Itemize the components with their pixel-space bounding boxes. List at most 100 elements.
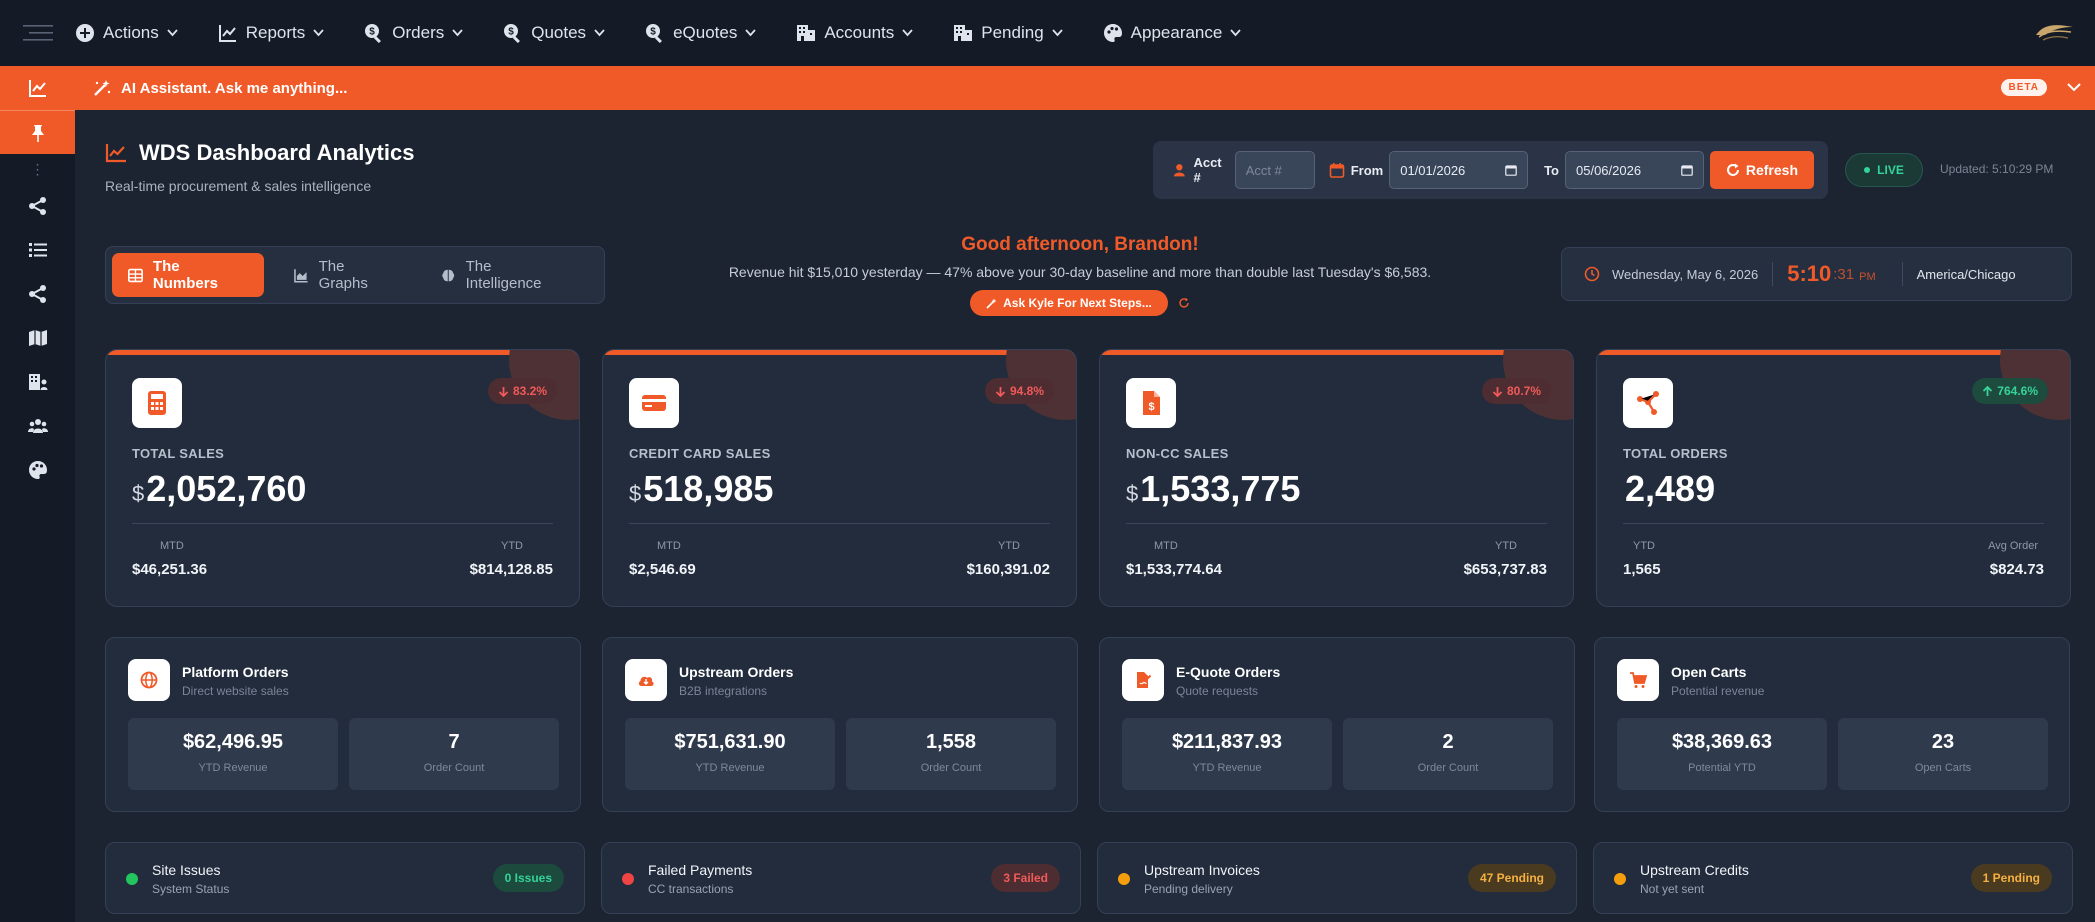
order-icon-box <box>625 659 667 701</box>
magic-wand-icon <box>986 298 997 309</box>
kpi-sub-value: 1,565 <box>1623 561 1661 578</box>
status-card-site-issues[interactable]: Site Issues System Status 0 Issues <box>105 842 585 914</box>
nav-reports[interactable]: Reports <box>218 23 325 43</box>
sidebar-item-list[interactable] <box>0 228 75 272</box>
nav-accounts[interactable]: Accounts <box>796 23 913 43</box>
building-icon <box>797 25 816 41</box>
sidebar-item-share-2[interactable] <box>0 272 75 316</box>
status-dot <box>126 873 138 885</box>
kpi-sub-label: MTD <box>657 540 681 552</box>
kpi-sub-label: MTD <box>1154 540 1178 552</box>
order-card-platform[interactable]: Platform Orders Direct website sales $62… <box>105 637 581 812</box>
nav-reports-label: Reports <box>245 23 306 42</box>
kpi-card-total-orders[interactable]: 764.6% TOTAL ORDERS 2,489 YTD 1,565 Avg … <box>1596 349 2071 607</box>
kpi-value: $1,533,775 <box>1126 468 1301 509</box>
tab-the-intelligence[interactable]: The Intelligence <box>425 253 584 297</box>
chevron-down-icon <box>167 29 178 37</box>
order-card-open-carts[interactable]: Open Carts Potential revenue $38,369.63 … <box>1594 637 2070 812</box>
order-stat-count: 2 Order Count <box>1343 718 1553 790</box>
chevron-down-icon <box>1230 29 1242 37</box>
palette-icon <box>28 461 47 479</box>
from-date-input[interactable]: 01/01/2026 <box>1389 151 1529 189</box>
sidebar-pin-toggle[interactable] <box>0 110 75 154</box>
kpi-card-total-sales[interactable]: 83.2% TOTAL SALES $2,052,760 MTD $46,251… <box>105 349 580 607</box>
kpi-card-non-cc-sales[interactable]: $ 80.7% NON-CC SALES $1,533,775 MTD $1,5… <box>1099 349 1574 607</box>
greeting-title: Good afternoon, Brandon! <box>961 234 1199 255</box>
order-icon-box <box>128 659 170 701</box>
building-user-icon <box>28 374 47 390</box>
chevron-down-icon <box>745 29 756 37</box>
order-card-subtitle: B2B integrations <box>679 684 768 698</box>
calendar-icon[interactable] <box>1681 164 1693 176</box>
order-card-equote[interactable]: E-Quote Orders Quote requests $211,837.9… <box>1099 637 1575 812</box>
kpi-sub-value: $160,391.02 <box>966 561 1050 578</box>
file-signature-icon <box>1137 672 1152 688</box>
nav-equotes[interactable]: $ eQuotes <box>645 23 756 43</box>
to-date-input[interactable]: 05/06/2026 <box>1565 151 1704 189</box>
page-header: WDS Dashboard Analytics Real-time procur… <box>105 140 414 194</box>
status-card-upstream-invoices[interactable]: Upstream Invoices Pending delivery 47 Pe… <box>1097 842 1577 914</box>
ai-assistant-bar[interactable]: AI Assistant. Ask me anything... BETA <box>75 66 2095 110</box>
network-icon <box>1637 391 1659 415</box>
sync-icon[interactable] <box>1178 297 1190 309</box>
order-card-title: Platform Orders <box>182 664 289 680</box>
trend-badge: 80.7% <box>1481 378 1551 404</box>
arrow-down-icon <box>1492 386 1503 397</box>
status-card-upstream-credits[interactable]: Upstream Credits Not yet sent 1 Pending <box>1593 842 2073 914</box>
order-card-title: Upstream Orders <box>679 664 794 680</box>
plus-circle-icon <box>76 24 94 42</box>
clock-time: 5:10 <box>1787 261 1832 286</box>
tab-the-graphs[interactable]: The Graphs <box>278 253 411 297</box>
beta-badge: BETA <box>2000 79 2047 96</box>
status-card-failed-payments[interactable]: Failed Payments CC transactions 3 Failed <box>601 842 1081 914</box>
from-date-value: 01/01/2026 <box>1400 162 1466 178</box>
status-badge: 47 Pending <box>1467 864 1556 892</box>
sidebar-item-analytics[interactable] <box>0 66 75 110</box>
chevron-down-icon[interactable] <box>2067 82 2081 92</box>
company-logo[interactable] <box>2033 17 2077 47</box>
map-icon <box>28 330 47 346</box>
sidebar-item-share[interactable] <box>0 184 75 228</box>
kpi-card-credit-card-sales[interactable]: 94.8% CREDIT CARD SALES $518,985 MTD $2,… <box>602 349 1077 607</box>
svg-text:$: $ <box>508 27 514 38</box>
refresh-button[interactable]: Refresh <box>1709 151 1814 189</box>
trend-badge: 94.8% <box>984 378 1054 404</box>
calculator-icon <box>148 391 166 415</box>
sidebar-item-users[interactable] <box>0 404 75 448</box>
card-accent-bar <box>603 350 1076 355</box>
nav-orders[interactable]: $ Orders <box>364 23 463 43</box>
calendar-icon[interactable] <box>1505 164 1517 176</box>
cloud-download-icon <box>638 676 654 686</box>
tab-the-numbers[interactable]: The Numbers <box>112 253 265 297</box>
greeting-text: Revenue hit $15,010 yesterday — 47% abov… <box>728 264 1432 280</box>
chevron-down-icon <box>594 29 605 37</box>
nav-actions[interactable]: Actions <box>75 23 178 43</box>
order-stat-revenue: $38,369.63 Potential YTD <box>1617 718 1827 790</box>
nav-appearance[interactable]: Appearance <box>1103 23 1242 43</box>
ask-kyle-button[interactable]: Ask Kyle For Next Steps... <box>970 290 1168 316</box>
card-divider <box>1126 523 1547 524</box>
nav-orders-label: Orders <box>392 23 445 42</box>
sidebar-item-accounts[interactable] <box>0 360 75 404</box>
nav-accounts-label: Accounts <box>824 23 895 42</box>
clock-divider <box>1901 262 1903 286</box>
order-card-upstream[interactable]: Upstream Orders B2B integrations $751,63… <box>602 637 1078 812</box>
line-chart-icon <box>218 25 236 42</box>
card-divider <box>629 523 1050 524</box>
menu-toggle-icon[interactable] <box>0 0 75 66</box>
kpi-label: TOTAL ORDERS <box>1623 446 1728 461</box>
nav-pending[interactable]: Pending <box>953 23 1063 43</box>
acct-input[interactable] <box>1234 151 1315 189</box>
page-subtitle: Real-time procurement & sales intelligen… <box>105 178 372 194</box>
status-dot <box>622 873 634 885</box>
status-subtitle: System Status <box>152 882 230 896</box>
order-icon-box <box>1617 659 1659 701</box>
page-title: WDS Dashboard Analytics <box>139 140 415 165</box>
sidebar-item-map[interactable] <box>0 316 75 360</box>
nav-quotes-label: Quotes <box>531 23 587 42</box>
sidebar-item-appearance[interactable] <box>0 448 75 492</box>
nav-quotes[interactable]: $ Quotes <box>503 23 605 43</box>
greeting-panel: Good afternoon, Brandon! Revenue hit $15… <box>640 234 1520 316</box>
invoice-dollar-icon: $ <box>1143 391 1160 415</box>
chevron-down-icon <box>1051 29 1063 37</box>
